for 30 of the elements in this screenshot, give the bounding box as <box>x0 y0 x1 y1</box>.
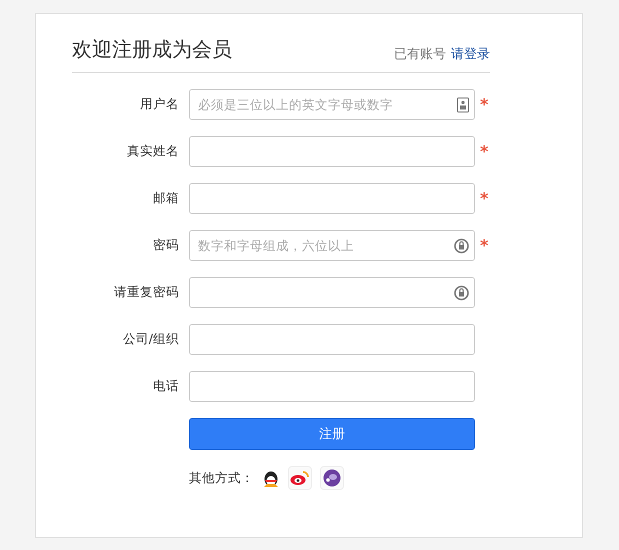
social-login-button[interactable] <box>288 466 312 490</box>
field-label: 公司/组织 <box>122 331 179 348</box>
input-field[interactable] <box>189 371 475 402</box>
input-field[interactable] <box>189 136 475 167</box>
required-mark: * <box>480 189 488 208</box>
social-label: 其他方式： <box>189 470 254 486</box>
badge-icon <box>457 97 469 112</box>
required-mark: * <box>480 142 488 161</box>
lock-icon <box>454 238 469 254</box>
field-label: 密码 <box>152 237 179 254</box>
input-field[interactable] <box>189 183 475 214</box>
input-field[interactable] <box>189 324 475 355</box>
required-mark: * <box>480 95 488 114</box>
input-field[interactable]: 数字和字母组成，六位以上 <box>189 230 475 261</box>
account-prompt: 已有账号 <box>394 46 446 63</box>
field-label: 真实姓名 <box>126 143 179 160</box>
lock-icon <box>454 284 469 300</box>
field-label: 请重复密码 <box>113 284 179 301</box>
login-link[interactable]: 请登录 <box>451 45 490 63</box>
input-field[interactable]: 必须是三位以上的英文字母或数字 <box>189 89 475 120</box>
page-title: 欢迎注册成为会员 <box>72 36 232 63</box>
field-label: 用户名 <box>139 96 179 113</box>
weibo-icon <box>290 470 310 486</box>
app-logo-icon <box>323 469 341 487</box>
social-login-button[interactable] <box>320 466 344 490</box>
register-button[interactable]: 注册 <box>189 418 475 450</box>
field-label: 电话 <box>152 378 179 395</box>
input-field[interactable] <box>189 277 475 308</box>
field-label: 邮箱 <box>152 190 179 207</box>
required-mark: * <box>480 236 488 255</box>
